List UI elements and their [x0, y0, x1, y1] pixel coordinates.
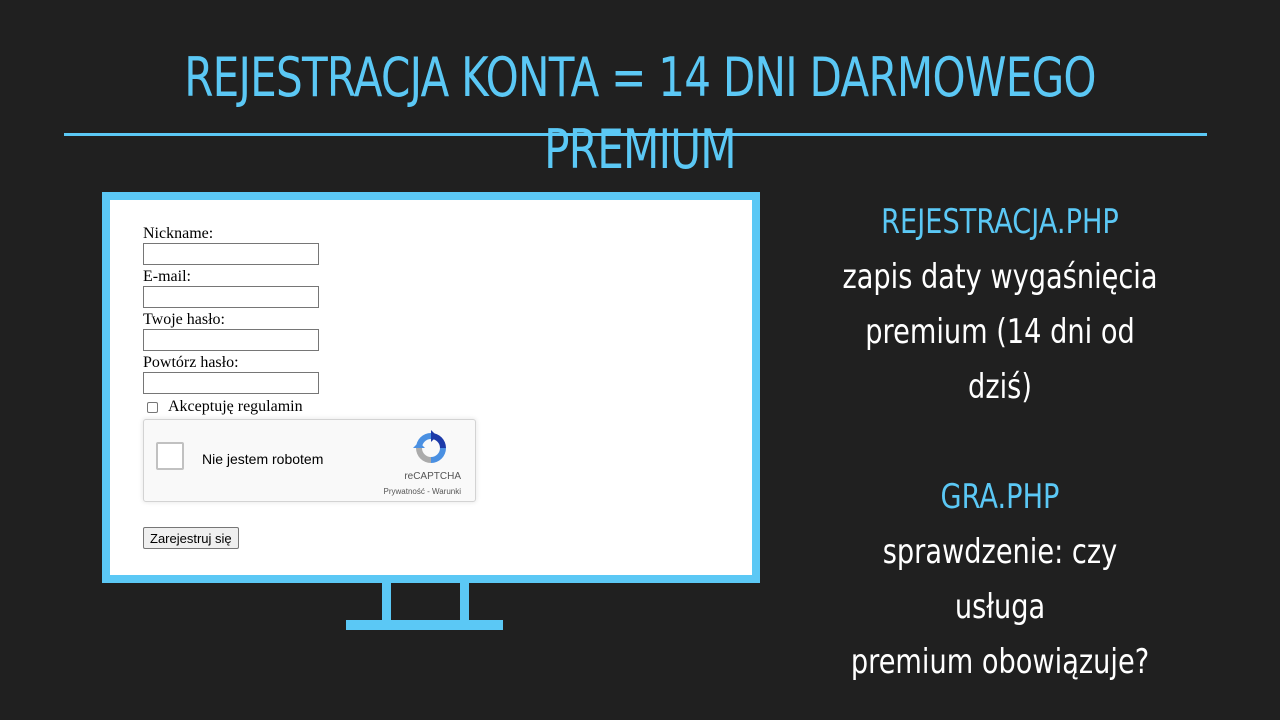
nickname-label: Nickname: [143, 225, 214, 242]
monitor-stand-left [382, 582, 391, 622]
register-button[interactable]: Zarejestruj się [143, 527, 239, 549]
password-input[interactable] [143, 329, 319, 351]
note-file2-title: GRA.PHP [940, 477, 1060, 517]
note-file1-line2: premium (14 dni od dziś) [865, 312, 1135, 407]
note-file2-line2: premium obowiązuje? [850, 642, 1150, 682]
monitor-stand-base [346, 620, 503, 630]
terms-label: Akceptuję regulamin [168, 398, 303, 415]
recaptcha-links[interactable]: Prywatność - Warunki [384, 487, 462, 496]
slide-title: REJESTRACJA KONTA = 14 DNI DARMOWEGO PRE… [184, 46, 1096, 181]
notes-panel: REJESTRACJA.PHP zapis daty wygaśnięcia p… [795, 195, 1205, 690]
recaptcha-checkbox[interactable] [156, 442, 184, 470]
email-label: E-mail: [143, 268, 191, 285]
title-divider [64, 133, 1207, 136]
nickname-input[interactable] [143, 243, 319, 265]
email-input[interactable] [143, 286, 319, 308]
recaptcha-widget: Nie jestem robotem reCAPTCHA Prywatność … [143, 419, 476, 502]
note-file1-title: REJESTRACJA.PHP [881, 202, 1119, 242]
password-repeat-input[interactable] [143, 372, 319, 394]
note-file1-line1: zapis daty wygaśnięcia [842, 257, 1158, 297]
recaptcha-label: Nie jestem robotem [202, 451, 324, 467]
password-repeat-label: Powtórz hasło: [143, 354, 239, 371]
terms-checkbox[interactable] [147, 401, 158, 413]
terms-row: Akceptuję regulamin [147, 397, 476, 417]
note-file2-line1: sprawdzenie: czy usługa [882, 532, 1118, 627]
monitor-stand-right [460, 582, 469, 622]
recaptcha-logo-icon [413, 430, 446, 463]
password-label: Twoje hasło: [143, 311, 225, 328]
monitor-screen: Nickname: E-mail: Twoje hasło: Powtórz h… [102, 192, 760, 583]
recaptcha-brand: reCAPTCHA [404, 471, 461, 482]
registration-form: Nickname: E-mail: Twoje hasło: Powtórz h… [143, 225, 476, 549]
